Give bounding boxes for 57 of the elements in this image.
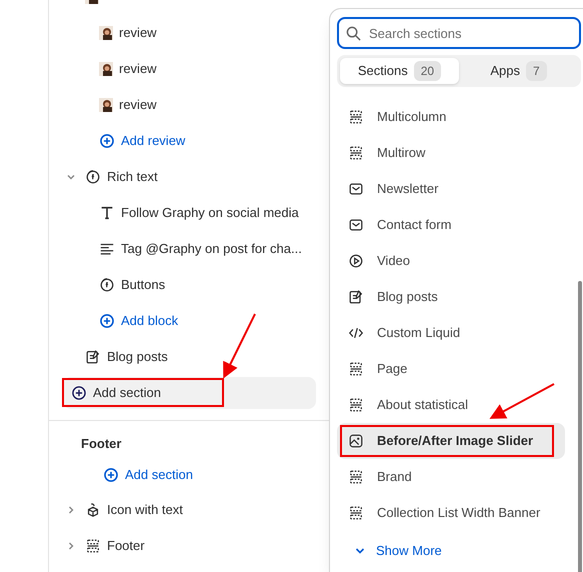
layout-icon	[348, 469, 364, 485]
layout-icon	[348, 109, 364, 125]
tree-item[interactable]: Rich text	[49, 159, 330, 195]
section-option[interactable]: Newsletter	[337, 171, 565, 207]
app-icon	[99, 277, 115, 293]
section-option[interactable]: Video	[337, 243, 565, 279]
app-icon	[85, 169, 101, 185]
add-link[interactable]: Add block	[49, 303, 330, 339]
tree-item[interactable]: Blog posts	[49, 339, 330, 375]
add-icon	[99, 133, 115, 149]
paragraph-icon	[99, 241, 115, 257]
blog-post-icon	[85, 349, 101, 365]
tree-item[interactable]: review	[49, 51, 330, 87]
count-badge: 7	[526, 61, 547, 81]
tab[interactable]: Sections 20	[340, 58, 459, 84]
text-icon	[99, 205, 115, 221]
tree-item[interactable]: Tag @Graphy on post for cha...	[49, 231, 330, 267]
code-icon	[348, 325, 364, 341]
section-option[interactable]: Blog posts	[337, 279, 565, 315]
footer-heading: Footer	[80, 435, 122, 454]
add-link[interactable]: Add review	[49, 123, 330, 159]
blog-post-icon	[348, 289, 364, 305]
add-icon	[99, 313, 115, 329]
tree-item[interactable]: Footer	[49, 528, 330, 564]
tree-item[interactable]: review	[49, 87, 330, 123]
section-option[interactable]: Custom Liquid	[337, 315, 565, 351]
section-option[interactable]: Collection List Width Banner	[337, 495, 565, 531]
section-option[interactable]: Page	[337, 351, 565, 387]
tree-item[interactable]: Icon with text	[49, 492, 330, 528]
tree-item[interactable]: Follow Graphy on social media	[49, 195, 330, 231]
layout-icon	[348, 361, 364, 377]
layout-icon	[85, 538, 101, 554]
layout-icon	[348, 145, 364, 161]
section-option[interactable]: Contact form	[337, 207, 565, 243]
section-option[interactable]: Multirow	[337, 135, 565, 171]
add-icon	[71, 385, 87, 401]
layout-icon	[348, 397, 364, 413]
search-field[interactable]: Search sections	[337, 17, 581, 49]
add-link[interactable]: Add section	[49, 458, 330, 492]
search-icon	[346, 26, 361, 41]
layout-icon	[348, 505, 364, 521]
mail-icon	[348, 217, 364, 233]
section-option[interactable]: Multicolumn	[337, 99, 565, 135]
add-section-button[interactable]: Add section	[63, 377, 316, 409]
cube-icon	[85, 502, 101, 518]
play-icon	[348, 253, 364, 269]
count-badge: 20	[414, 61, 442, 81]
mail-icon	[348, 181, 364, 197]
add-icon	[103, 467, 119, 483]
image-icon	[348, 433, 364, 449]
tree-item[interactable]: review	[49, 15, 330, 51]
section-option[interactable]: About statistical	[337, 387, 565, 423]
section-option[interactable]: Brand	[337, 459, 565, 495]
scrollbar[interactable]	[578, 281, 582, 572]
tab[interactable]: Apps 7	[459, 58, 578, 84]
show-more-link[interactable]: Show More	[337, 535, 442, 567]
tree-item[interactable]: Buttons	[49, 267, 330, 303]
